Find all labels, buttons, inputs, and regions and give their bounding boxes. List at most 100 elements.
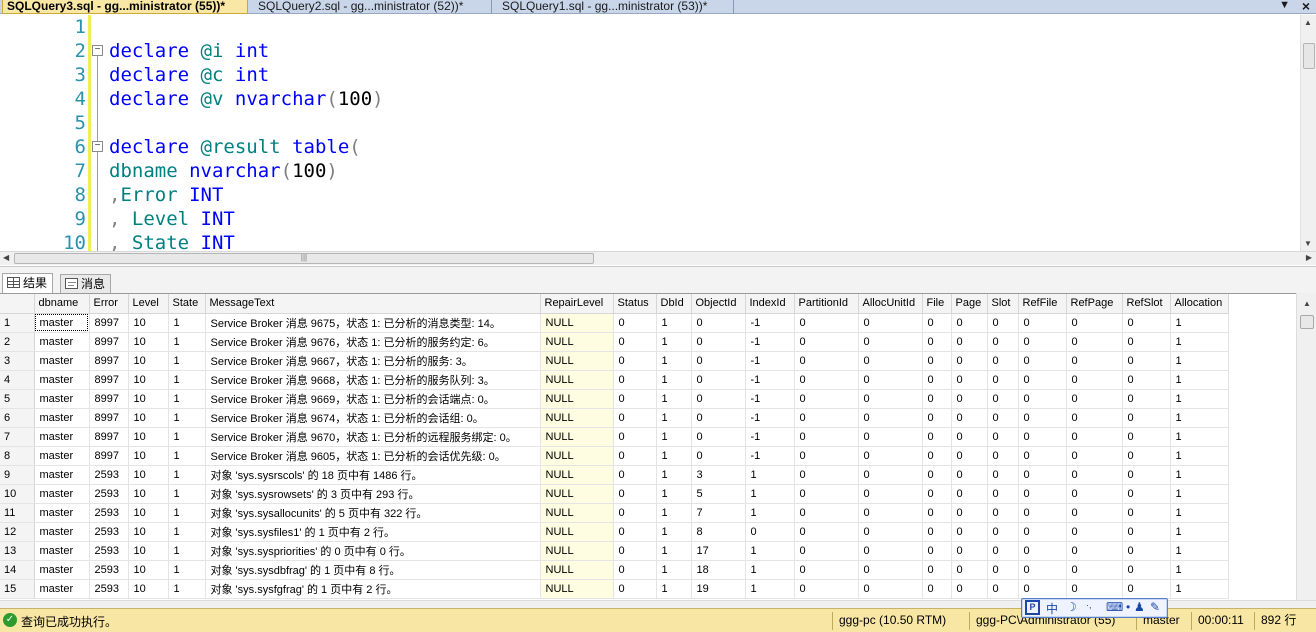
- cell-reffile[interactable]: 0: [1018, 560, 1067, 580]
- query-editor[interactable]: 1 2 3 4 5 6 7 8 9 10 − − declare @i int …: [0, 15, 1316, 251]
- cell-refpage[interactable]: 0: [1066, 351, 1123, 371]
- cell-state[interactable]: 1: [168, 541, 206, 561]
- row-number[interactable]: 14: [0, 560, 35, 580]
- results-grid[interactable]: dbname Error Level State MessageText RepairLe…: [0, 293, 1296, 600]
- cell-refslot[interactable]: 0: [1122, 313, 1171, 333]
- cell-page[interactable]: 0: [951, 522, 988, 542]
- cell-allocunitid[interactable]: 0: [858, 503, 923, 523]
- cell-objectid[interactable]: 8: [691, 522, 746, 542]
- cell-page[interactable]: 0: [951, 446, 988, 466]
- ime-language[interactable]: 中: [1046, 600, 1058, 617]
- cell-refpage[interactable]: 0: [1066, 579, 1123, 599]
- cell-slot[interactable]: 0: [987, 313, 1019, 333]
- cell-partitionid[interactable]: 0: [794, 408, 859, 428]
- tab-sqlquery2[interactable]: SQLQuery2.sql - gg...ministrator (52))*: [254, 0, 492, 14]
- cell-reffile[interactable]: 0: [1018, 484, 1067, 504]
- cell-allocation[interactable]: 1: [1170, 332, 1229, 352]
- editor-horizontal-scrollbar[interactable]: ◀ ||| ▶: [0, 251, 1316, 265]
- collapse-icon[interactable]: −: [92, 141, 103, 152]
- cell-messagetext[interactable]: 对象 'sys.sysrowsets' 的 3 页中有 293 行。: [205, 484, 541, 504]
- cell-allocunitid[interactable]: 0: [858, 465, 923, 485]
- cell-repairlevel[interactable]: NULL: [540, 522, 614, 542]
- cell-dbid[interactable]: 1: [656, 332, 692, 352]
- cell-refpage[interactable]: 0: [1066, 332, 1123, 352]
- cell-page[interactable]: 0: [951, 541, 988, 561]
- cell-error[interactable]: 8997: [89, 389, 129, 409]
- cell-level[interactable]: 10: [128, 522, 169, 542]
- cell-indexid[interactable]: -1: [745, 370, 795, 390]
- cell-status[interactable]: 0: [613, 446, 657, 466]
- punctuation-icon[interactable]: ·,: [1086, 600, 1092, 610]
- cell-state[interactable]: 1: [168, 408, 206, 428]
- cell-dbname[interactable]: master: [34, 503, 90, 523]
- cell-partitionid[interactable]: 0: [794, 503, 859, 523]
- cell-dbid[interactable]: 1: [656, 370, 692, 390]
- row-number[interactable]: 1: [0, 313, 35, 333]
- cell-dbname[interactable]: master: [34, 541, 90, 561]
- cell-indexid[interactable]: -1: [745, 408, 795, 428]
- scrollbar-thumb[interactable]: [1300, 315, 1314, 329]
- cell-dbname[interactable]: master: [34, 332, 90, 352]
- cell-state[interactable]: 1: [168, 560, 206, 580]
- cell-refpage[interactable]: 0: [1066, 389, 1123, 409]
- cell-status[interactable]: 0: [613, 484, 657, 504]
- cell-allocunitid[interactable]: 0: [858, 313, 923, 333]
- row-number[interactable]: 8: [0, 446, 35, 466]
- cell-reffile[interactable]: 0: [1018, 522, 1067, 542]
- cell-reffile[interactable]: 0: [1018, 351, 1067, 371]
- cell-level[interactable]: 10: [128, 389, 169, 409]
- cell-error[interactable]: 2593: [89, 484, 129, 504]
- cell-slot[interactable]: 0: [987, 446, 1019, 466]
- cell-indexid[interactable]: 1: [745, 465, 795, 485]
- row-number[interactable]: 15: [0, 579, 35, 599]
- cell-allocunitid[interactable]: 0: [858, 484, 923, 504]
- cell-dbid[interactable]: 1: [656, 560, 692, 580]
- cell-reffile[interactable]: 0: [1018, 313, 1067, 333]
- cell-dbname[interactable]: master: [34, 351, 90, 371]
- cell-repairlevel[interactable]: NULL: [540, 351, 614, 371]
- cell-page[interactable]: 0: [951, 332, 988, 352]
- cell-status[interactable]: 0: [613, 408, 657, 428]
- user-icon[interactable]: ♟: [1134, 600, 1145, 614]
- cell-state[interactable]: 1: [168, 370, 206, 390]
- column-header-refslot[interactable]: RefSlot: [1122, 294, 1171, 314]
- cell-allocation[interactable]: 1: [1170, 389, 1229, 409]
- cell-indexid[interactable]: 1: [745, 484, 795, 504]
- cell-indexid[interactable]: -1: [745, 351, 795, 371]
- cell-objectid[interactable]: 0: [691, 446, 746, 466]
- row-number[interactable]: 12: [0, 522, 35, 542]
- cell-messagetext[interactable]: Service Broker 消息 9670，状态 1: 已分析的远程服务绑定:…: [205, 427, 541, 447]
- cell-allocation[interactable]: 1: [1170, 522, 1229, 542]
- cell-indexid[interactable]: -1: [745, 332, 795, 352]
- cell-repairlevel[interactable]: NULL: [540, 503, 614, 523]
- cell-status[interactable]: 0: [613, 541, 657, 561]
- scroll-up-icon[interactable]: ▲: [1304, 18, 1312, 27]
- cell-refpage[interactable]: 0: [1066, 522, 1123, 542]
- scroll-up-icon[interactable]: ▲: [1303, 299, 1311, 308]
- cell-repairlevel[interactable]: NULL: [540, 541, 614, 561]
- cell-dbname[interactable]: master: [34, 408, 90, 428]
- cell-partitionid[interactable]: 0: [794, 541, 859, 561]
- cell-allocunitid[interactable]: 0: [858, 351, 923, 371]
- cell-level[interactable]: 10: [128, 370, 169, 390]
- column-header-slot[interactable]: Slot: [987, 294, 1019, 314]
- cell-state[interactable]: 1: [168, 389, 206, 409]
- cell-messagetext[interactable]: Service Broker 消息 9675，状态 1: 已分析的消息类型: 1…: [205, 313, 541, 333]
- column-header-allocunitid[interactable]: AllocUnitId: [858, 294, 923, 314]
- table-row[interactable]: 2 master 8997 10 1 Service Broker 消息 9676，状态 …: [0, 332, 1229, 352]
- cell-page[interactable]: 0: [951, 408, 988, 428]
- cell-indexid[interactable]: -1: [745, 313, 795, 333]
- cell-file[interactable]: 0: [922, 560, 952, 580]
- cell-refslot[interactable]: 0: [1122, 408, 1171, 428]
- column-header-file[interactable]: File: [922, 294, 952, 314]
- cell-page[interactable]: 0: [951, 370, 988, 390]
- cell-repairlevel[interactable]: NULL: [540, 313, 614, 333]
- cell-state[interactable]: 1: [168, 503, 206, 523]
- cell-dbid[interactable]: 1: [656, 522, 692, 542]
- cell-level[interactable]: 10: [128, 560, 169, 580]
- collapse-icon[interactable]: −: [92, 45, 103, 56]
- table-row[interactable]: 7 master 8997 10 1 Service Broker 消息 9670，状态 …: [0, 427, 1229, 447]
- cell-status[interactable]: 0: [613, 332, 657, 352]
- cell-allocunitid[interactable]: 0: [858, 579, 923, 599]
- cell-objectid[interactable]: 0: [691, 313, 746, 333]
